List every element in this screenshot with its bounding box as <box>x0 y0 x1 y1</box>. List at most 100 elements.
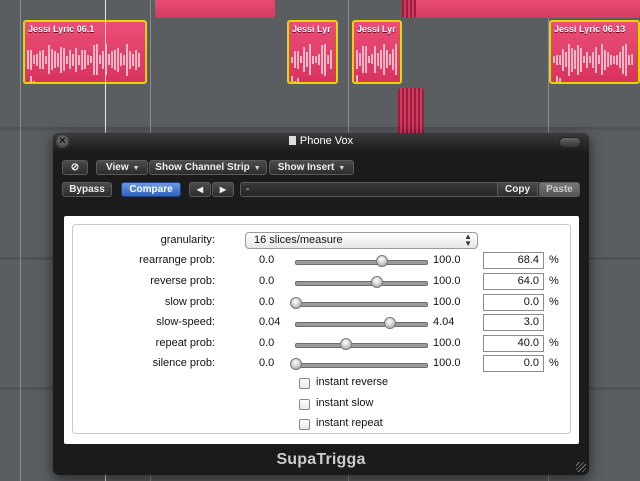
param-min-value: 0.0 <box>259 254 275 266</box>
waveform-bar <box>377 52 379 67</box>
waveform-bar <box>315 56 317 64</box>
param-max-value: 100.0 <box>433 337 461 349</box>
link-button[interactable]: ⊘ <box>62 160 88 175</box>
region-top[interactable] <box>548 0 640 18</box>
audio-region[interactable] <box>398 88 424 138</box>
toolbar-toggle-button[interactable] <box>559 137 581 148</box>
waveform-bar <box>294 80 296 82</box>
param-value-field[interactable]: 68.4 <box>483 252 544 269</box>
waveform-bar <box>601 44 603 76</box>
preset-name: - <box>246 184 250 195</box>
bypass-button[interactable]: Bypass <box>62 182 112 197</box>
waveform-bar <box>81 49 83 71</box>
waveform-bar <box>619 51 621 69</box>
slider-knob[interactable] <box>384 317 397 329</box>
waveform-bar <box>559 78 561 82</box>
checkbox[interactable] <box>299 419 310 430</box>
waveform-bar <box>138 52 140 68</box>
region-top[interactable] <box>402 0 416 18</box>
waveform-bar <box>365 45 367 74</box>
slider-knob[interactable] <box>290 358 302 370</box>
param-min-value: 0.0 <box>259 296 275 308</box>
copy-button[interactable]: Copy <box>497 182 538 197</box>
param-unit: % <box>549 275 559 287</box>
waveform-bar <box>628 55 630 65</box>
audio-region[interactable]: Jessi Lyr <box>287 20 338 84</box>
param-label: slow-speed: <box>156 316 215 328</box>
compare-button[interactable]: Compare <box>121 182 181 197</box>
region-top[interactable] <box>416 0 550 18</box>
audio-region[interactable]: Jessi Lyr <box>352 20 402 84</box>
region-name: Jessi Lyric 06.1 <box>28 24 95 34</box>
paste-button[interactable]: Paste <box>539 182 580 197</box>
slider-knob[interactable] <box>376 255 389 267</box>
audio-region[interactable]: Jessi Lyric 06.13 <box>549 20 640 84</box>
checkbox[interactable] <box>299 399 310 410</box>
param-slider[interactable] <box>290 358 428 370</box>
param-slider[interactable] <box>290 297 428 309</box>
waveform-bar <box>595 46 597 74</box>
param-slider[interactable] <box>295 338 428 350</box>
param-value-field[interactable]: 64.0 <box>483 273 544 290</box>
slider-knob[interactable] <box>371 276 384 288</box>
parameter-group: granularity: 16 slices/measure ▲ ▼ rearran… <box>72 224 571 434</box>
granularity-select[interactable]: 16 slices/measure ▲ ▼ <box>245 232 478 249</box>
previous-preset-button[interactable]: ◀ <box>189 182 211 197</box>
resize-grip-icon[interactable] <box>576 462 586 472</box>
param-max-value: 100.0 <box>433 275 461 287</box>
waveform-bar <box>45 55 47 64</box>
param-slider[interactable] <box>295 317 428 329</box>
param-value-field[interactable]: 3.0 <box>483 314 544 331</box>
param-value-field[interactable]: 40.0 <box>483 335 544 352</box>
checkbox-label[interactable]: instant slow <box>316 397 373 409</box>
waveform-bar <box>48 45 50 75</box>
param-max-value: 100.0 <box>433 357 461 369</box>
waveform-bar <box>69 50 71 70</box>
waveform-bar <box>33 55 35 65</box>
param-value-field[interactable]: 0.0 <box>483 355 544 372</box>
waveform-bar <box>604 49 606 71</box>
granularity-value: 16 slices/measure <box>254 234 343 246</box>
slider-knob[interactable] <box>339 338 352 350</box>
audio-region[interactable]: Jessi Lyric 06.1 <box>23 20 147 84</box>
slider-knob[interactable] <box>290 297 302 309</box>
document-icon <box>288 136 296 145</box>
waveform-bar <box>93 44 95 76</box>
waveform-bar <box>126 44 128 76</box>
waveform-bar <box>553 83 555 84</box>
waveform-bar <box>129 51 131 69</box>
waveform-bar <box>556 54 558 65</box>
waveform-bar <box>389 54 391 65</box>
waveform-bar <box>66 55 68 64</box>
waveform-bar <box>562 48 564 72</box>
title-bar[interactable]: × Phone Vox <box>53 133 589 151</box>
next-preset-button[interactable]: ▶ <box>212 182 234 197</box>
waveform <box>356 44 398 82</box>
param-slider[interactable] <box>295 276 428 288</box>
waveform-bar <box>356 49 358 70</box>
region-top[interactable] <box>155 0 275 18</box>
param-value-field[interactable]: 0.0 <box>483 294 544 311</box>
waveform-bar <box>368 55 370 63</box>
waveform-bar <box>72 53 74 66</box>
waveform-bar <box>117 48 119 72</box>
view-menu-button[interactable]: View ▼ <box>96 160 148 175</box>
waveform-bar <box>39 51 41 69</box>
checkbox-label[interactable]: instant reverse <box>316 376 388 388</box>
waveform-bar <box>386 50 388 69</box>
waveform-bar <box>90 56 92 64</box>
waveform-bar <box>36 53 38 66</box>
plugin-window: × Phone Vox ⊘ View ▼ Show Channel Strip ▼ … <box>53 133 589 475</box>
waveform-bar <box>592 51 594 68</box>
show-insert-button[interactable]: Show Insert ▼ <box>269 160 354 175</box>
checkbox[interactable] <box>299 378 310 389</box>
param-slider[interactable] <box>295 255 428 267</box>
waveform-bar <box>123 54 125 66</box>
waveform <box>27 44 143 82</box>
waveform-bar <box>78 54 80 65</box>
show-channel-strip-button[interactable]: Show Channel Strip ▼ <box>149 160 267 175</box>
checkbox-label[interactable]: instant repeat <box>316 417 383 429</box>
granularity-label: granularity: <box>160 234 215 246</box>
waveform-bar <box>57 53 59 67</box>
waveform-bar <box>120 53 122 67</box>
